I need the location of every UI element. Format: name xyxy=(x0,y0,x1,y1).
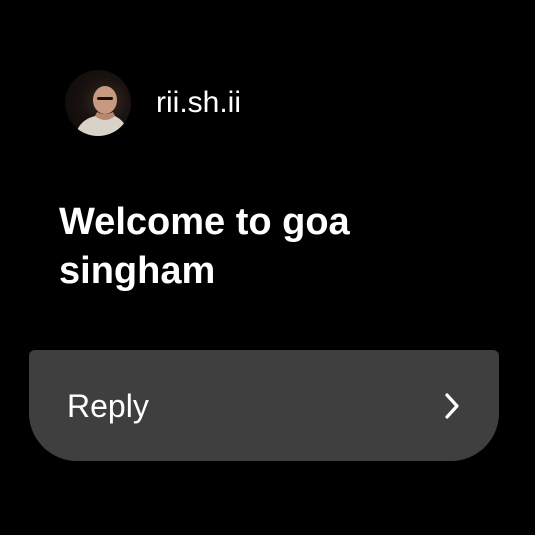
reply-button[interactable]: Reply xyxy=(29,350,499,461)
avatar xyxy=(65,70,131,136)
chevron-right-icon xyxy=(441,391,463,421)
reply-label: Reply xyxy=(67,387,149,424)
notification-screen: rii.sh.ii Welcome to goa singham Reply xyxy=(0,0,535,535)
message-text: Welcome to goa singham xyxy=(59,201,350,292)
sender-header: rii.sh.ii xyxy=(65,70,241,136)
sender-name: rii.sh.ii xyxy=(156,86,242,119)
